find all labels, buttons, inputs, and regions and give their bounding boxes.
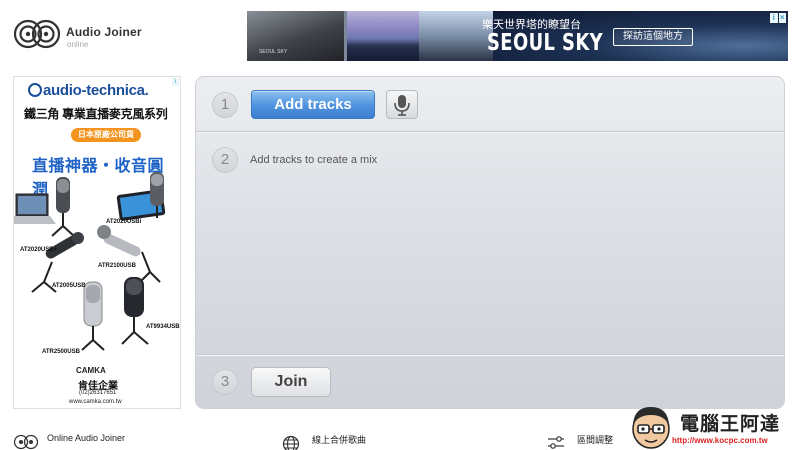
ad-model-label: ATR2100USB: [98, 263, 136, 269]
joiner-panel: 1 Add tracks 2 Add tracks to create a mi…: [195, 76, 785, 409]
row-divider: [196, 131, 784, 132]
app-status: online: [67, 40, 89, 49]
footer-range-link[interactable]: 區間調整: [577, 433, 613, 446]
watermark-name: 電腦王阿達: [680, 414, 781, 435]
ad-info-icon[interactable]: i: [172, 78, 179, 86]
banner-photo-tower: SEOUL SKY: [247, 11, 344, 61]
microphones-image: [14, 172, 166, 351]
record-mic-button[interactable]: [386, 90, 418, 119]
ad-url[interactable]: www.camka.com.tw: [69, 399, 122, 405]
globe-icon: [282, 435, 300, 450]
ad-info-icon[interactable]: i: [770, 13, 778, 23]
watermark-url: http://www.kocpc.com.tw: [672, 436, 768, 445]
ad-model-label: AT2020USBi: [106, 219, 142, 225]
ad-model-label: AT9934USB: [146, 324, 180, 330]
adchoices-icon[interactable]: i ×: [770, 13, 786, 23]
tracks-empty-hint: Add tracks to create a mix: [250, 154, 378, 166]
app-logo-icon[interactable]: [14, 19, 60, 49]
brand-mark-icon: [28, 83, 42, 97]
ad-badge: 日本原廠公司貨: [71, 128, 141, 142]
watermark-mascot-icon: [632, 407, 670, 449]
ad-phone: (02)26317651: [79, 390, 117, 396]
microphone-icon: [394, 95, 410, 116]
equalizer-icon: [548, 436, 564, 449]
ad-close-icon[interactable]: ×: [778, 13, 786, 23]
step-number: 1: [212, 92, 238, 118]
footer-merge-link[interactable]: 線上合併歌曲: [312, 433, 366, 446]
banner-photo-sky: [347, 11, 419, 61]
banner-cta-button[interactable]: 探訪這個地方: [613, 28, 693, 46]
ad-title: 鐵三角 專業直播麥克風系列: [24, 107, 168, 121]
step-number: 2: [212, 147, 238, 173]
ad-model-label: AT2005USB: [52, 283, 86, 289]
step-number: 3: [212, 369, 238, 395]
ad-model-label: AT2020USB+: [20, 247, 58, 253]
left-sidebar-ad[interactable]: i audio-technica. 鐵三角 專業直播麥克風系列 日本原廠公司貨 …: [13, 76, 181, 409]
ad-model-label: ATR2500USB: [42, 349, 80, 355]
ad-brand: audio-technica.: [28, 82, 149, 99]
footer-app-link[interactable]: Online Audio Joiner: [47, 433, 125, 443]
banner-brand: SEOUL SKY: [487, 30, 604, 56]
ad-distributor-logo: CAMKA: [76, 366, 106, 375]
banner-photo-caption: SEOUL SKY: [259, 49, 288, 55]
add-tracks-button[interactable]: Add tracks: [251, 90, 375, 119]
ad-brand-text: audio-technica.: [43, 82, 149, 99]
row-divider: [196, 354, 784, 355]
join-button[interactable]: Join: [251, 367, 331, 397]
app-title[interactable]: Audio Joiner: [66, 25, 142, 39]
top-banner-ad[interactable]: SEOUL SKY 樂天世界塔的瞭望台 SEOUL SKY 探訪這個地方 i ×: [247, 11, 788, 61]
app-logo-icon: [14, 434, 38, 450]
